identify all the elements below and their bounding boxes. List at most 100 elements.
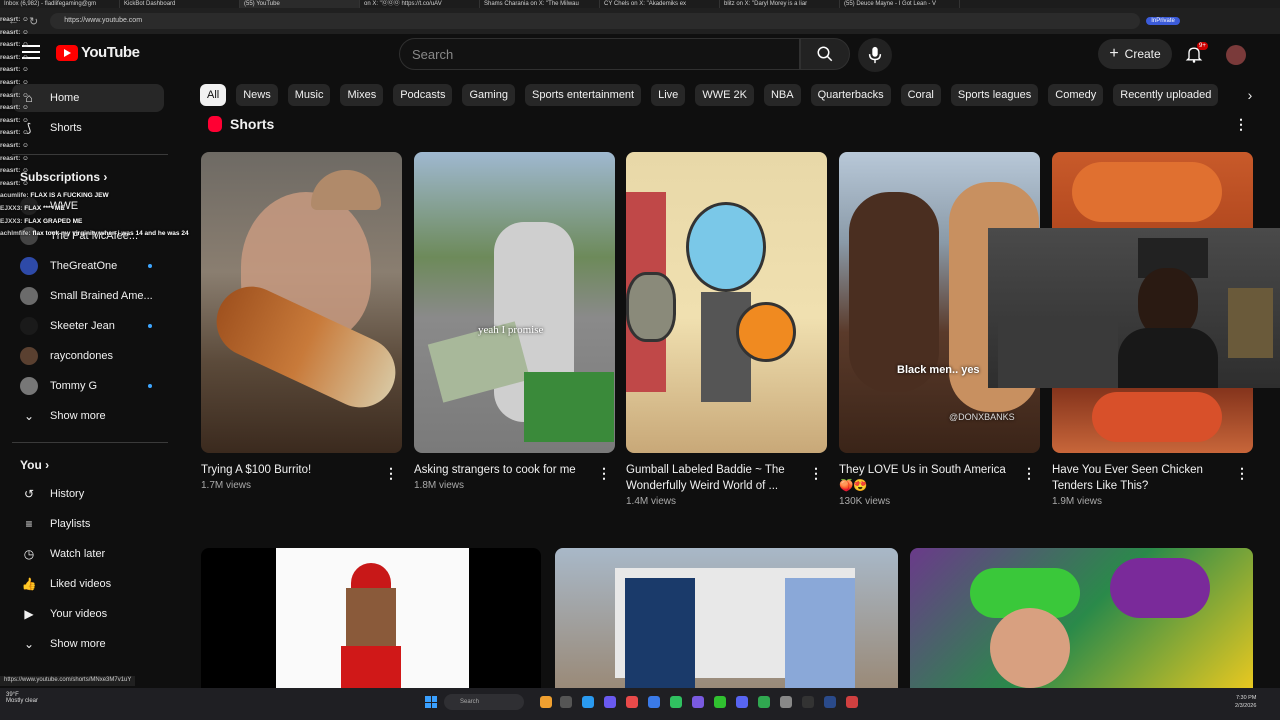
short-title[interactable]: They LOVE Us in South America 🍑😍 <box>839 462 1014 494</box>
short-more-options-icon[interactable]: ⋮ <box>809 465 823 482</box>
app-icon[interactable] <box>714 696 726 708</box>
show-more-subscriptions[interactable]: ⌄ Show more <box>12 402 164 430</box>
chip-gaming[interactable]: Gaming <box>462 84 515 106</box>
subscription-label: Tommy G <box>50 380 98 392</box>
chevron-down-icon: ⌄ <box>23 637 35 651</box>
chip-podcasts[interactable]: Podcasts <box>393 84 453 106</box>
channel-avatar <box>20 347 38 365</box>
weather-widget[interactable]: 39°F Mostly clear <box>6 692 38 704</box>
browser-tab[interactable]: (55) YouTube <box>240 0 360 8</box>
chat-username: acumlife: <box>0 192 29 200</box>
short-more-options-icon[interactable]: ⋮ <box>1022 465 1036 482</box>
subscription-item[interactable]: Small Brained Ame... <box>12 282 164 310</box>
subscription-item[interactable]: TheGreatOne <box>12 252 164 280</box>
short-title[interactable]: Trying A $100 Burrito! <box>201 462 376 478</box>
chat-text: ☺ <box>22 116 29 124</box>
short-card[interactable]: Gumball Labeled Baddie ~ The Wonderfully… <box>626 152 827 507</box>
clock-date: 2/3/2026 <box>1235 703 1257 709</box>
browser-tab[interactable]: KickBot Dashboard <box>120 0 240 8</box>
chip-wwe-2k[interactable]: WWE 2K <box>695 84 754 106</box>
show-more-you[interactable]: ⌄ Show more <box>12 630 164 658</box>
chip-live[interactable]: Live <box>651 84 686 106</box>
search-input[interactable]: Search <box>399 38 800 70</box>
chat-username: EJXX3: <box>0 217 23 225</box>
obs-icon[interactable] <box>846 696 858 708</box>
chip-music[interactable]: Music <box>287 84 331 106</box>
new-content-dot <box>148 324 152 328</box>
search-button[interactable] <box>800 38 850 70</box>
microphone-icon <box>868 46 882 64</box>
subscription-item[interactable]: Skeeter Jean <box>12 312 164 340</box>
chat-username: reasrt: <box>0 116 21 124</box>
browser-tab[interactable]: CY Chels on X: "Akademiks ex <box>600 0 720 8</box>
short-title[interactable]: Gumball Labeled Baddie ~ The Wonderfully… <box>626 462 801 494</box>
app-icon[interactable] <box>626 696 638 708</box>
chat-username: achlmfife: <box>0 230 31 238</box>
browser-tab[interactable]: on X: "ⓄⓄⓄ https://t.co/uAV <box>360 0 480 8</box>
taskbar-clock[interactable]: 7:30 PM 2/3/2026 <box>1235 694 1256 710</box>
app-icon[interactable] <box>604 696 616 708</box>
video-thumbnail[interactable] <box>201 548 541 688</box>
browser-tab[interactable]: Shams Charania on X: "The Milwau <box>480 0 600 8</box>
subscription-item[interactable]: raycondones <box>12 342 164 370</box>
chrome-icon[interactable] <box>670 696 682 708</box>
you-heading[interactable]: You › <box>20 458 49 472</box>
sidebar-item-history[interactable]: ↺ History <box>12 480 164 508</box>
sidebar-divider <box>12 442 168 443</box>
browser-tab[interactable]: (55) Deuce Mayne - I Got Lean - V <box>840 0 960 8</box>
inprivate-badge[interactable]: InPrivate <box>1146 17 1180 25</box>
file-explorer-icon[interactable] <box>540 696 552 708</box>
windows-start-icon[interactable] <box>425 696 437 708</box>
edge-icon[interactable] <box>582 696 594 708</box>
subscription-item[interactable]: Tommy G <box>12 372 164 400</box>
voice-search-button[interactable] <box>858 38 892 72</box>
shorts-more-options-icon[interactable]: ⋮ <box>1234 116 1248 133</box>
video-thumbnail[interactable] <box>910 548 1253 688</box>
short-thumbnail[interactable] <box>626 152 827 453</box>
chat-message: reasrt: ☺ <box>0 104 250 117</box>
chat-text: ☺ <box>22 141 29 149</box>
short-more-options-icon[interactable]: ⋮ <box>1235 465 1249 482</box>
short-thumbnail[interactable]: yeah I promise <box>414 152 615 453</box>
sidebar-item-playlists[interactable]: ≡ Playlists <box>12 510 164 538</box>
channel-avatar <box>20 317 38 335</box>
chip-comedy[interactable]: Comedy <box>1048 84 1104 106</box>
browser-tab[interactable]: blitz on X: "Daryl Morey is a liar <box>720 0 840 8</box>
browser-tab[interactable]: Inbox (6,982) - fladlifegaming@gm <box>0 0 120 8</box>
chip-nba[interactable]: NBA <box>763 84 801 106</box>
chip-coral[interactable]: Coral <box>900 84 941 106</box>
sidebar-item-your-videos[interactable]: ▶ Your videos <box>12 600 164 628</box>
short-caption: yeah I promise <box>478 324 544 336</box>
your-videos-icon: ▶ <box>24 607 34 621</box>
chip-recently-uploaded[interactable]: Recently uploaded <box>1113 84 1219 106</box>
short-title[interactable]: Have You Ever Seen Chicken Tenders Like … <box>1052 462 1227 494</box>
steam-icon[interactable] <box>824 696 836 708</box>
chat-username: reasrt: <box>0 41 21 49</box>
chips-next-arrow-icon[interactable]: › <box>1240 84 1260 106</box>
short-card[interactable]: yeah I promise Asking strangers to cook … <box>414 152 615 491</box>
sidebar-item-watch-later[interactable]: ◷ Watch later <box>12 540 164 568</box>
subscription-label: Skeeter Jean <box>50 320 115 332</box>
chip-sports-leagues[interactable]: Sports leagues <box>950 84 1039 106</box>
app-icon[interactable] <box>648 696 660 708</box>
chip-quarterbacks[interactable]: Quarterbacks <box>810 84 891 106</box>
app-icon[interactable] <box>780 696 792 708</box>
short-card[interactable]: Trying A $100 Burrito! 1.7M views ⋮ <box>201 152 402 491</box>
sidebar-item-liked-videos[interactable]: 👍 Liked videos <box>12 570 164 598</box>
discord-icon[interactable] <box>736 696 748 708</box>
short-thumbnail[interactable] <box>201 152 402 453</box>
account-avatar[interactable] <box>1226 45 1246 65</box>
short-more-options-icon[interactable]: ⋮ <box>384 465 398 482</box>
video-thumbnail[interactable] <box>555 548 898 688</box>
short-more-options-icon[interactable]: ⋮ <box>597 465 611 482</box>
chip-mixes[interactable]: Mixes <box>340 84 384 106</box>
short-title[interactable]: Asking strangers to cook for me <box>414 462 589 478</box>
chip-sports-entertainment[interactable]: Sports entertainment <box>525 84 642 106</box>
task-view-icon[interactable] <box>560 696 572 708</box>
app-icon[interactable] <box>692 696 704 708</box>
chat-message: reasrt: ☺ <box>0 54 250 67</box>
app-icon[interactable] <box>758 696 770 708</box>
taskbar-search[interactable]: Search <box>444 694 524 710</box>
app-icon[interactable] <box>802 696 814 708</box>
create-button[interactable]: + Create <box>1098 39 1172 69</box>
